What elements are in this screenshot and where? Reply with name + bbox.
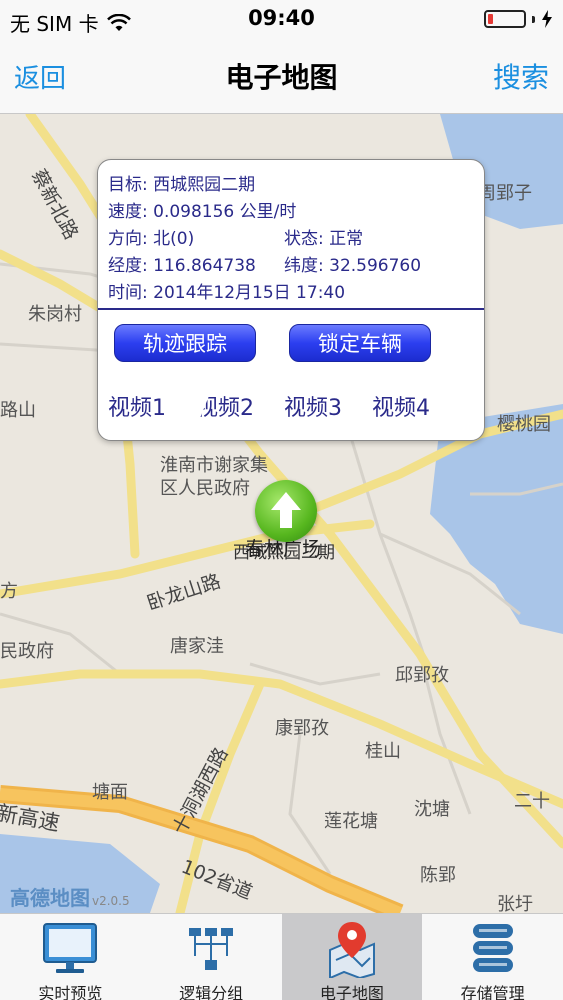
monitor-icon [43,923,98,973]
video-3-link[interactable]: 视频3 [284,390,342,422]
map-label-gov2: 区人民政府 [160,478,250,499]
map-label-shentang: 沈塘 [414,799,450,820]
tab-bar: 实时预览 逻辑分组 电子地图 存储管理 [0,913,563,1000]
map-label-kangyingmei: 康郢孜 [275,718,329,739]
status-bar: 无 SIM 卡 09:40 [0,0,563,40]
charging-icon [542,10,552,28]
map-label-qiuyingmei: 邱郢孜 [395,665,449,686]
logo-text: 高德地图 [10,886,90,910]
tab-label-logic-group: 逻辑分组 [179,984,244,1000]
vehicle-info-popup: 目标: 西城熙园二期 速度: 0.098156 公里/时 方向: 北(0) 状态… [97,159,485,441]
map-label-lushan: 路山 [0,400,36,421]
map-label-chenying: 陈郢 [420,865,456,886]
map-label-zhougang: 朱岗村 [28,304,82,325]
status-time: 09:40 [248,6,315,30]
hierarchy-icon [189,928,234,970]
map-label-zhengfu: 民政府 [0,641,54,662]
map-label-yingtao: 樱桃园 [497,414,551,435]
info-target: 目标: 西城熙园二期 [108,175,256,195]
map-version: v2.0.5 [92,894,130,908]
tab-live-preview[interactable]: 实时预览 [0,914,141,1000]
search-button[interactable]: 搜索 [493,56,549,96]
battery-tip [532,15,535,23]
vehicle-marker[interactable] [255,480,317,542]
info-latitude: 纬度: 32.596760 [284,256,422,276]
map-label-fang: 方 [0,581,18,602]
status-right [484,10,553,28]
map-logo: 高德地图 v2.0.5 [10,882,130,911]
tab-label-live-preview: 实时预览 [38,984,103,1000]
info-time: 时间: 2014年12月15日 17:40 [108,283,346,303]
popup-tail [185,391,211,423]
tab-label-storage: 存储管理 [460,984,525,1000]
arrow-up-icon [271,492,301,528]
page-title: 电子地图 [225,61,338,94]
map-label-guishan: 桂山 [365,741,401,762]
popup-divider [98,308,484,310]
nav-bar: 返回 电子地图 搜索 [0,40,563,114]
map-label-tangjiawa: 唐家洼 [170,636,224,657]
info-longitude: 经度: 116.864738 [108,256,256,276]
video-1-link[interactable]: 视频1 [108,390,166,422]
map-label-ershi: 二十 [514,791,550,812]
map-pin-icon [328,922,375,978]
info-speed: 速度: 0.098156 公里/时 [108,202,297,222]
info-state: 状态: 正常 [284,229,364,249]
map-label-tangmian: 塘面 [92,782,128,803]
video-4-link[interactable]: 视频4 [372,390,430,422]
database-icon [472,924,513,972]
lock-vehicle-button[interactable]: 锁定车辆 [289,324,431,362]
map-view[interactable]: 蔡新北路 朱岗村 周郢子 樱桃园 路山 淮南市谢家集 区人民政府 卧龙山路 唐家… [0,114,563,913]
tab-electronic-map[interactable]: 电子地图 [281,914,423,1000]
tab-label-electronic-map: 电子地图 [319,984,384,1000]
map-label-zhouying: 周郢子 [478,183,532,204]
battery-icon [484,10,526,28]
track-button[interactable]: 轨迹跟踪 [114,324,256,362]
info-direction: 方向: 北(0) [108,229,195,249]
map-label-lianhuatang: 莲花塘 [324,811,378,832]
tab-logic-group[interactable]: 逻辑分组 [141,914,282,1000]
map-label-zhangyu: 张圩 [497,894,533,913]
tab-storage[interactable]: 存储管理 [422,914,563,1000]
